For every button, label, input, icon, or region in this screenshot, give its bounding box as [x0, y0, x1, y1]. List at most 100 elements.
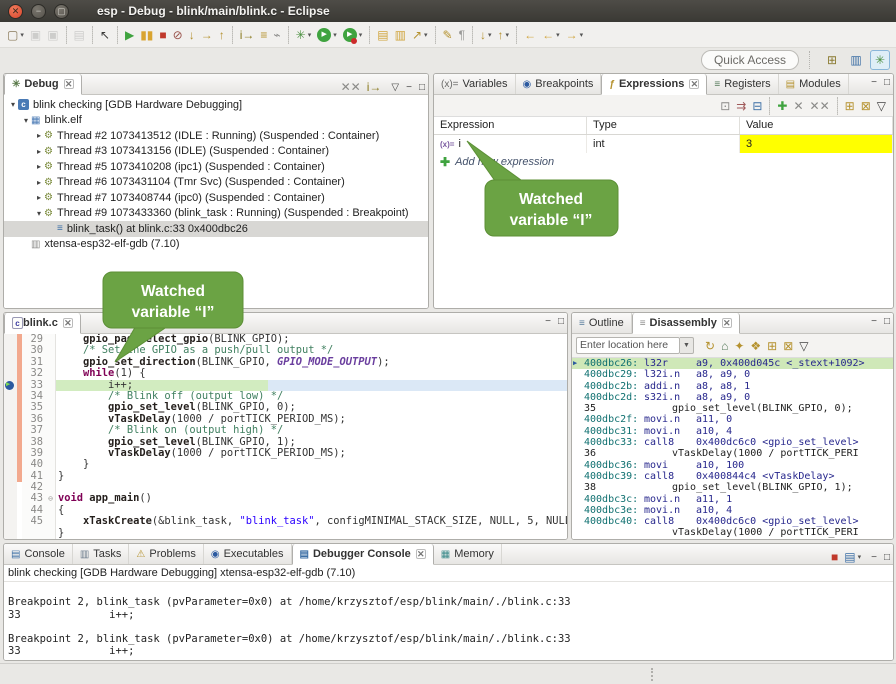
tree-expander-icon[interactable]: ▸ [34, 178, 44, 187]
disassembly-instruction-line[interactable]: 400dbc2f:movi.na11, 0 [572, 414, 893, 425]
code-text[interactable]: xTaskCreate(&blink_task, "blink_task", c… [56, 516, 567, 527]
show-whitespace-button[interactable]: ¶ [457, 25, 467, 45]
dropdown-arrow-icon[interactable]: ▾ [333, 31, 337, 39]
column-header-value[interactable]: Value [740, 117, 893, 134]
annotation-ruler[interactable] [4, 402, 17, 413]
tree-expander-icon[interactable]: ▸ [34, 193, 44, 202]
code-line[interactable]: 45 xTaskCreate(&blink_task, "blink_task"… [4, 516, 567, 527]
skip-all-breakpoints-button[interactable]: ↖ [98, 25, 112, 45]
disassembly-instruction-line[interactable]: ▶400dbc26:l32ra9, 0x400d045c <_stext+109… [572, 358, 893, 369]
line-number[interactable] [22, 528, 46, 539]
show-source-icon[interactable]: ✦ [732, 336, 746, 356]
tab-memory[interactable]: ▦Memory [434, 544, 502, 564]
annotation-ruler[interactable] [4, 437, 17, 448]
disassembly-instruction-line[interactable]: 400dbc31:movi.na10, 4 [572, 426, 893, 437]
dropdown-arrow-icon[interactable]: ▾ [506, 31, 510, 39]
new-disassembly-view-icon[interactable]: ⊞ [765, 336, 779, 356]
debug-tree-node[interactable]: ▸⚙Thread #6 1073431104 (Tmr Svc) (Suspen… [4, 175, 428, 191]
profile-button[interactable]: ▶▾ [341, 25, 365, 45]
disassembly-instruction-line[interactable]: 400dbc36:movia10, 100 [572, 460, 893, 471]
disassembly-instruction-line[interactable]: 400dbc2b:addi.na8, a8, 1 [572, 381, 893, 392]
display-selected-console-button[interactable]: ▤▾ [842, 547, 863, 567]
annotation-ruler[interactable] [4, 505, 17, 516]
disassembly-instruction-line[interactable]: 400dbc3e:movi.na10, 4 [572, 505, 893, 516]
annotation-ruler[interactable] [4, 334, 17, 345]
location-input[interactable]: Enter location here [576, 337, 680, 354]
dropdown-arrow-icon[interactable]: ▾ [488, 31, 492, 39]
annotation-ruler[interactable] [4, 357, 17, 368]
refresh-icon[interactable]: ↻ [703, 336, 717, 356]
disassembly-instruction-line[interactable]: 400dbc2d:s32i.na8, a9, 0 [572, 392, 893, 403]
step-return-button[interactable]: ↑ [217, 25, 227, 45]
tab-expressions[interactable]: ƒExpressions✕ [601, 74, 707, 95]
code-text[interactable]: } [56, 459, 567, 470]
debug-tree-node[interactable]: ≡blink_task() at blink.c:33 0x400dbc26 [4, 221, 428, 237]
debug-tree-node[interactable]: ▸⚙Thread #7 1073408744 (ipc0) (Suspended… [4, 190, 428, 206]
forward-button[interactable]: →▾ [564, 25, 586, 45]
annotation-ruler[interactable] [4, 493, 17, 504]
sync-context-icon[interactable]: ❖ [748, 336, 763, 356]
debug-tree-node[interactable]: ▥xtensa-esp32-elf-gdb (7.10) [4, 237, 428, 253]
tab-problems[interactable]: ⚠Problems [129, 544, 203, 564]
annotation-ruler[interactable] [4, 459, 17, 470]
minimize-view-button[interactable]: − [545, 316, 551, 327]
new-button[interactable]: ▢▾ [5, 25, 26, 45]
tab-close-icon[interactable]: ✕ [689, 79, 699, 89]
collapse-all-button[interactable]: ⊟ [750, 96, 764, 116]
disassembly-instruction-line[interactable]: 400dbc33:call80x400dc6c0 <gpio_set_level… [572, 437, 893, 448]
sash-handle[interactable] [651, 668, 654, 681]
back-button[interactable]: ←▾ [540, 25, 562, 45]
minimize-view-button[interactable]: − [406, 82, 412, 93]
tab-executables[interactable]: ◉Executables [204, 544, 292, 564]
annotation-ruler[interactable] [4, 448, 17, 459]
location-dropdown-button[interactable]: ▼ [680, 337, 694, 354]
code-editor[interactable]: 29 gpio_pad_select_gpio(BLINK_GPIO);30 /… [4, 334, 567, 539]
tree-expander-icon[interactable]: ▾ [8, 100, 18, 109]
instruction-stepping-mode-button[interactable]: i→ [365, 77, 384, 97]
mark-occurrences-button[interactable]: ✎ [441, 25, 455, 45]
run-button[interactable]: ▶▾ [315, 25, 339, 45]
tab-modules[interactable]: ▤Modules [779, 74, 849, 94]
show-type-names-button[interactable]: ⊡ [718, 96, 732, 116]
show-debug-sources-button[interactable]: ≡ [258, 25, 269, 45]
save-button[interactable]: ▣ [28, 25, 43, 45]
maximize-view-button[interactable]: □ [884, 316, 890, 327]
terminate-console-button[interactable]: ■ [829, 547, 840, 567]
annotation-ruler[interactable] [4, 528, 17, 539]
tree-expander-icon[interactable]: ▸ [34, 131, 44, 140]
disassembly-menu-button[interactable]: ▽ [797, 336, 810, 356]
dropdown-arrow-icon[interactable]: ▾ [556, 31, 560, 39]
tab-outline[interactable]: ≡Outline [572, 313, 632, 333]
window-maximize-button[interactable]: ▢ [54, 4, 69, 19]
line-number[interactable]: 40 [22, 459, 46, 470]
resume-button[interactable]: ▶ [123, 25, 136, 45]
disassembly-source-line[interactable]: 38gpio_set_level(BLINK_GPIO, 1); [572, 482, 893, 493]
tree-expander-icon[interactable]: ▾ [21, 116, 31, 125]
external-tools-button[interactable]: ↗▾ [410, 25, 430, 45]
dropdown-arrow-icon[interactable]: ▾ [308, 31, 312, 39]
print-button[interactable]: ▤ [72, 25, 87, 45]
maximize-view-button[interactable]: □ [884, 77, 890, 88]
new-expressions-view-button[interactable]: ⊞ [843, 96, 857, 116]
dropdown-arrow-icon[interactable]: ▾ [20, 31, 24, 39]
dropdown-arrow-icon[interactable]: ▾ [858, 553, 862, 561]
open-new-view-button[interactable]: ⊠ [859, 96, 873, 116]
maximize-view-button[interactable]: □ [419, 82, 425, 93]
remove-all-terminated-button[interactable]: ✕✕ [339, 77, 363, 97]
line-number[interactable]: 37 [22, 425, 46, 436]
step-into-button[interactable]: ↓ [187, 25, 197, 45]
remove-expression-button[interactable]: ✕ [791, 96, 805, 116]
line-number[interactable]: 45 [22, 516, 46, 527]
tab-console[interactable]: ▤Console [4, 544, 73, 564]
disassembly-listing[interactable]: ▶400dbc26:l32ra9, 0x400d045c <_stext+109… [572, 358, 893, 539]
annotation-ruler[interactable] [4, 482, 17, 493]
tab-close-icon[interactable]: ✕ [722, 318, 732, 328]
code-line[interactable]: 41} [4, 471, 567, 482]
code-text[interactable]: vTaskDelay(1000 / portTICK_PERIOD_MS); [56, 448, 567, 459]
debug-tree-node[interactable]: ▸⚙Thread #2 1073413512 (IDLE : Running) … [4, 128, 428, 144]
dropdown-arrow-icon[interactable]: ▾ [424, 31, 428, 39]
code-line[interactable]: 43⊖void app_main() [4, 493, 567, 504]
tab-debugger-console[interactable]: ▤Debugger Console✕ [292, 544, 434, 565]
minimize-view-button[interactable]: − [871, 77, 877, 88]
code-text[interactable]: } [56, 471, 567, 482]
